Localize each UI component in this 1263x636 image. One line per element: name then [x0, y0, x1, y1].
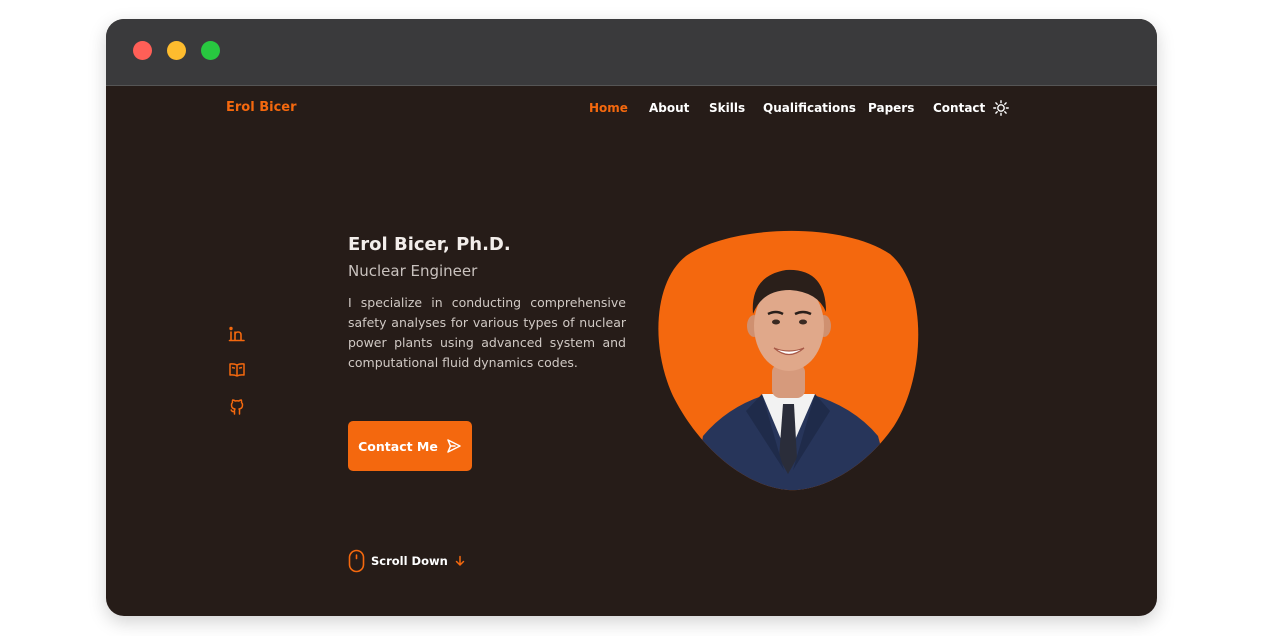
nav-contact[interactable]: Contact — [933, 101, 985, 115]
browser-window: Erol Bicer Home About Skills Qualificati… — [106, 19, 1157, 616]
hero-name: Erol Bicer, Ph.D. — [348, 234, 511, 255]
nav-papers[interactable]: Papers — [868, 101, 914, 115]
sun-icon[interactable] — [993, 100, 1009, 116]
hero-description: I specialize in conducting comprehensive… — [348, 295, 626, 370]
book-icon[interactable] — [228, 361, 246, 379]
arrow-down-icon — [455, 555, 465, 566]
profile-photo — [658, 230, 919, 491]
send-icon — [447, 439, 461, 453]
minimize-window-button[interactable] — [167, 41, 186, 60]
contact-me-label: Contact Me — [358, 438, 438, 454]
scroll-down-label: Scroll Down — [371, 554, 448, 568]
linkedin-icon[interactable] — [228, 325, 246, 343]
github-icon[interactable] — [228, 398, 246, 416]
hero-title: Nuclear Engineer — [348, 262, 478, 280]
maximize-window-button[interactable] — [201, 41, 220, 60]
contact-me-button[interactable]: Contact Me — [348, 421, 472, 471]
mouse-icon — [348, 549, 365, 573]
scroll-down-link[interactable]: Scroll Down — [348, 549, 466, 573]
window-titlebar — [106, 19, 1157, 86]
page-content: Erol Bicer Home About Skills Qualificati… — [106, 86, 1157, 616]
nav-home[interactable]: Home — [589, 101, 628, 115]
nav-skills[interactable]: Skills — [709, 101, 745, 115]
close-window-button[interactable] — [133, 41, 152, 60]
nav-qualifications[interactable]: Qualifications — [763, 101, 856, 115]
nav-about[interactable]: About — [649, 101, 689, 115]
site-logo[interactable]: Erol Bicer — [226, 100, 297, 115]
